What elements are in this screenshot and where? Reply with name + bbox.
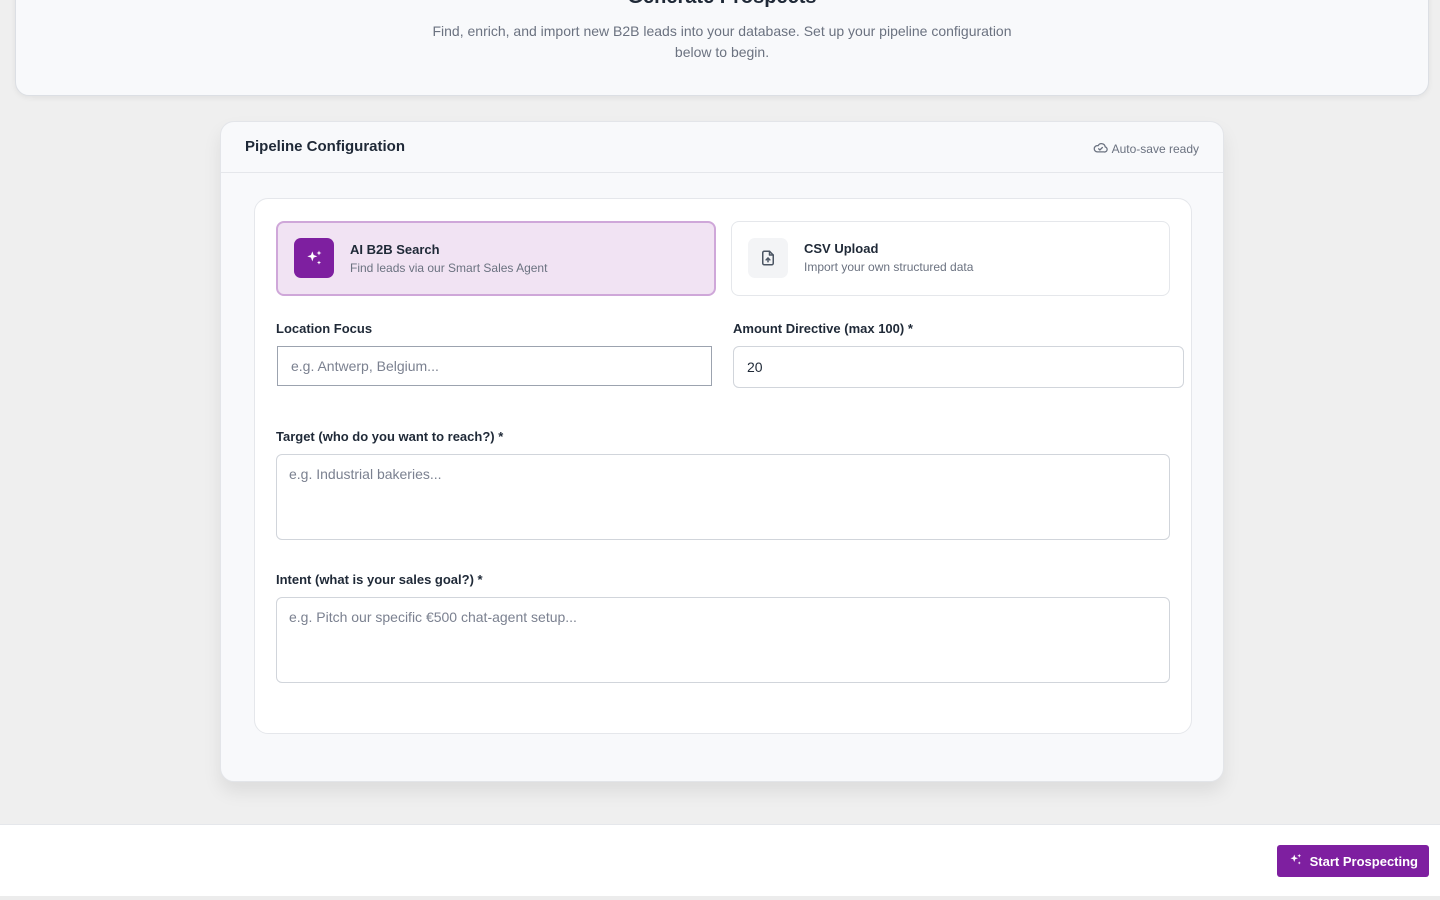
page-header: Generate Prospects Find, enrich, and imp… [15,0,1429,96]
mode-subtitle: Import your own structured data [804,260,974,274]
sparkles-icon [1288,852,1303,870]
mode-title: AI B2B Search [350,242,440,257]
file-upload-icon [748,238,788,278]
intent-textarea[interactable] [276,597,1170,683]
footer-action-bar: Start Prospecting [0,824,1440,896]
intent-label: Intent (what is your sales goal?) * [276,572,483,587]
cloud-check-icon [1093,140,1108,158]
config-title: Pipeline Configuration [245,138,405,155]
page-description: Find, enrich, and import new B2B leads i… [432,23,1012,60]
amount-directive-input[interactable] [733,346,1184,388]
start-prospecting-button[interactable]: Start Prospecting [1276,845,1429,877]
mode-option-ai-search[interactable]: AI B2B Search Find leads via our Smart S… [276,221,716,296]
autosave-label: Auto-save ready [1111,142,1199,156]
target-label: Target (who do you want to reach?) * [276,429,504,444]
target-textarea[interactable] [276,454,1170,540]
location-focus-input[interactable] [277,346,712,386]
amount-directive-label: Amount Directive (max 100) * [733,321,913,336]
page-title: Generate Prospects [16,0,1428,9]
config-header: Pipeline Configuration Auto-save ready [221,122,1223,173]
location-focus-label: Location Focus [276,321,373,336]
mode-option-csv-upload[interactable]: CSV Upload Import your own structured da… [731,221,1170,296]
pipeline-form: AI B2B Search Find leads via our Smart S… [254,198,1192,734]
pipeline-configuration-card: Pipeline Configuration Auto-save ready A… [220,121,1224,782]
footer-edge [0,896,1440,900]
mode-title: CSV Upload [804,241,879,256]
sparkles-icon [294,238,334,278]
start-prospecting-label: Start Prospecting [1309,853,1418,869]
autosave-status: Auto-save ready [1093,140,1199,158]
mode-subtitle: Find leads via our Smart Sales Agent [350,261,548,275]
